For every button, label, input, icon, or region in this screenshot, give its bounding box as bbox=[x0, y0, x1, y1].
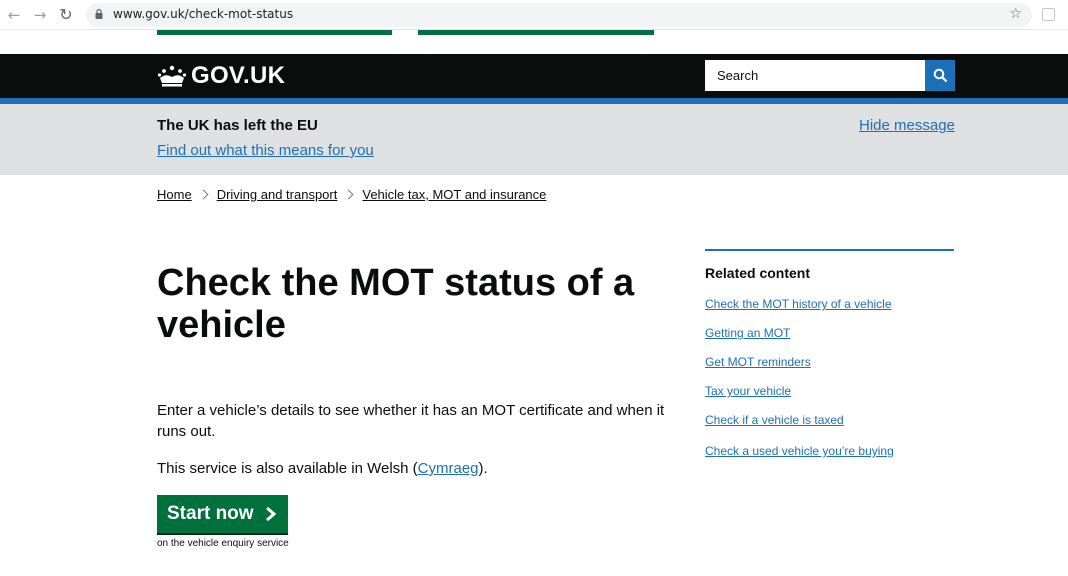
related-link-tax-vehicle[interactable]: Tax your vehicle bbox=[705, 384, 791, 398]
eu-info-link[interactable]: Find out what this means for you bbox=[157, 142, 374, 159]
lock-icon bbox=[95, 9, 103, 19]
logo-text: GOV.UK bbox=[191, 62, 286, 89]
related-link-getting-mot[interactable]: Getting an MOT bbox=[705, 326, 790, 340]
back-arrow-icon[interactable]: ← bbox=[5, 6, 23, 24]
cymraeg-link[interactable]: Cymraeg bbox=[418, 460, 479, 477]
welsh-availability-text: This service is also available in Welsh … bbox=[157, 458, 488, 479]
chevron-right-icon bbox=[265, 506, 276, 522]
search-icon bbox=[933, 68, 947, 83]
govuk-logo[interactable]: GOV.UK bbox=[157, 62, 286, 89]
breadcrumb: Home Driving and transport Vehicle tax, … bbox=[157, 187, 546, 202]
related-link-mot-reminders[interactable]: Get MOT reminders bbox=[705, 355, 811, 369]
search-button[interactable] bbox=[925, 60, 955, 91]
breadcrumb-vehicle-tax[interactable]: Vehicle tax, MOT and insurance bbox=[362, 187, 546, 202]
crown-icon bbox=[157, 65, 187, 87]
start-now-button[interactable]: Start now bbox=[157, 495, 288, 533]
related-link-used-vehicle[interactable]: Check a used vehicle you’re buying bbox=[705, 444, 894, 458]
eu-banner bbox=[0, 104, 1068, 175]
hide-message-link[interactable]: Hide message bbox=[859, 117, 955, 134]
chevron-right-icon bbox=[198, 189, 209, 200]
eu-banner-title: The UK has left the EU bbox=[157, 117, 318, 134]
chevron-right-icon bbox=[343, 189, 354, 200]
cookie-accept-button-edge[interactable] bbox=[157, 30, 392, 35]
start-button-hint: on the vehicle enquiry service bbox=[157, 538, 289, 549]
cookie-reject-button-edge[interactable] bbox=[418, 30, 654, 35]
page-title: Check the MOT status of a vehicle bbox=[157, 262, 635, 346]
start-button-label: Start now bbox=[167, 503, 254, 524]
welsh-suffix: ). bbox=[478, 460, 488, 477]
browser-toolbar: ← → ↻ www.gov.uk/check-mot-status ☆ bbox=[0, 0, 1068, 30]
related-link-check-taxed[interactable]: Check if a vehicle is taxed bbox=[705, 413, 844, 427]
intro-text: Enter a vehicle’s details to see whether… bbox=[157, 402, 665, 440]
reload-icon[interactable]: ↻ bbox=[57, 6, 75, 24]
breadcrumb-driving-transport[interactable]: Driving and transport bbox=[217, 187, 338, 202]
bookmark-star-icon[interactable]: ☆ bbox=[1009, 6, 1022, 22]
address-bar[interactable]: www.gov.uk/check-mot-status ☆ bbox=[86, 3, 1032, 27]
related-content-rule bbox=[705, 249, 954, 251]
url-text: www.gov.uk/check-mot-status bbox=[113, 7, 294, 21]
search-input[interactable]: Search bbox=[705, 60, 925, 91]
related-link-mot-history[interactable]: Check the MOT history of a vehicle bbox=[705, 297, 892, 311]
forward-arrow-icon[interactable]: → bbox=[31, 6, 49, 24]
related-content-title: Related content bbox=[705, 265, 811, 281]
breadcrumb-home[interactable]: Home bbox=[157, 187, 192, 202]
welsh-prefix: This service is also available in Welsh … bbox=[157, 460, 418, 477]
extension-icon[interactable] bbox=[1042, 8, 1055, 21]
